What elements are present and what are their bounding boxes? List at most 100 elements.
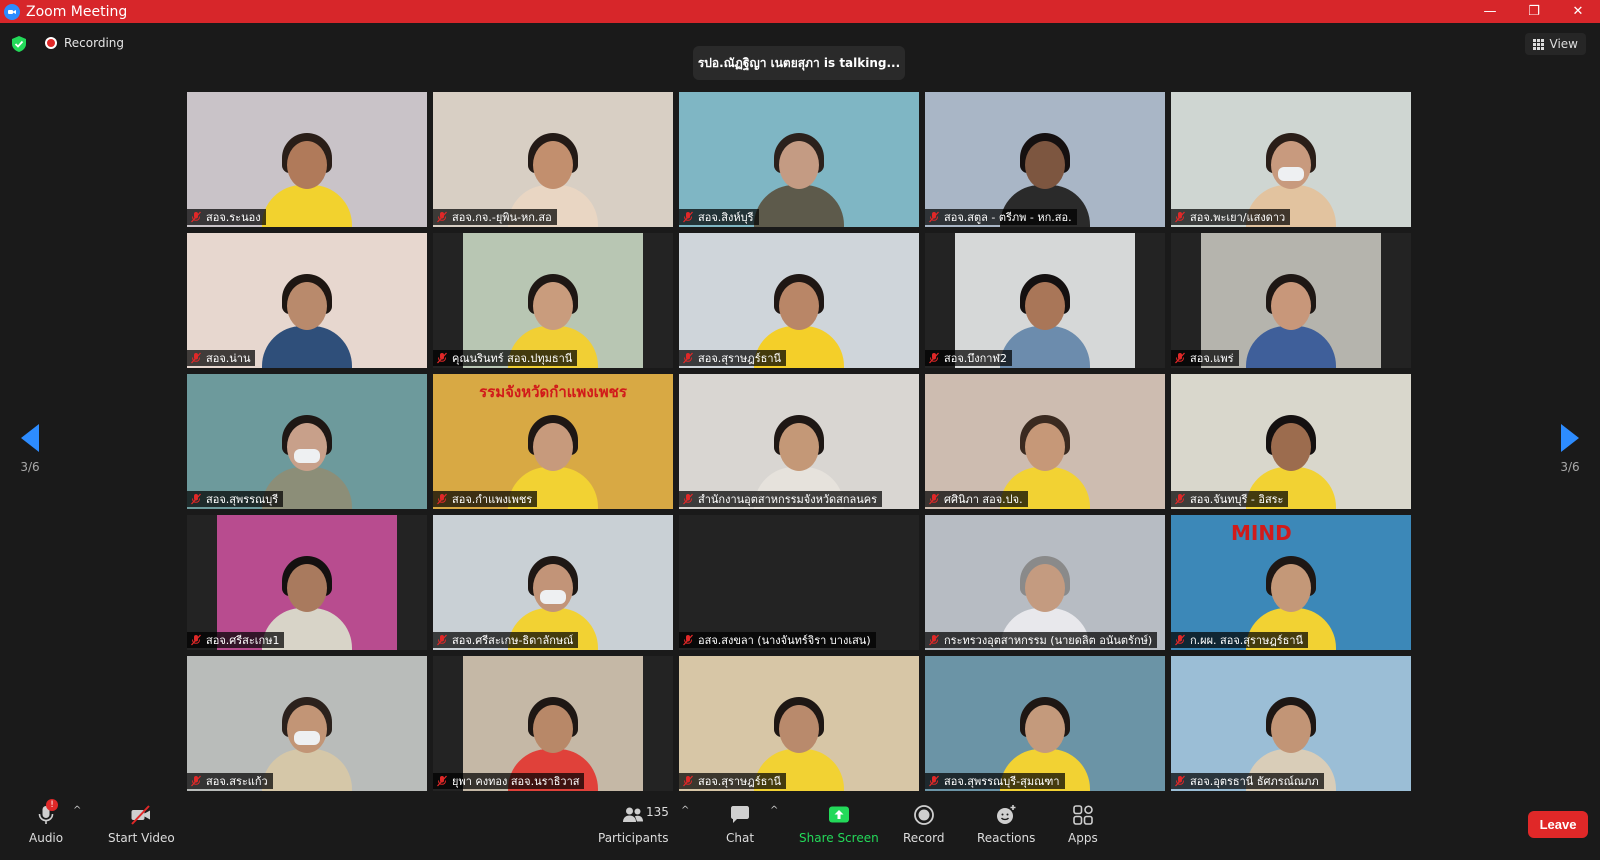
video-off-icon: [131, 805, 151, 825]
participant-nameplate: สอจ.บึงกาฬ2: [925, 350, 1012, 366]
background-banner-text: รรมจังหวัดกำแพงเพชร: [479, 383, 627, 401]
participant-silhouette: [262, 687, 352, 791]
participant-name: สอจ.แพร่: [1190, 352, 1234, 365]
maximize-button[interactable]: ❐: [1512, 0, 1556, 23]
muted-microphone-icon: [929, 775, 939, 787]
audio-button[interactable]: Audio: [29, 803, 63, 845]
participant-tile[interactable]: สอจ.ระนอง: [187, 92, 427, 227]
participant-nameplate: สอจ.สตูล - ตรีภพ - หก.สอ.: [925, 209, 1077, 225]
zoom-logo-icon: [4, 3, 20, 20]
participant-video: [187, 374, 427, 509]
participant-nameplate: สอจ.ศรีสะเกษ-ธิดาลักษณ์: [433, 632, 579, 648]
participant-nameplate: สอจ.แพร่: [1171, 350, 1239, 366]
participant-tile[interactable]: สำนักงานอุตสาหกรรมจังหวัดสกลนคร: [679, 374, 919, 509]
security-shield-icon[interactable]: [10, 35, 28, 53]
participant-tile[interactable]: สอจ.สุพรรณบุรี: [187, 374, 427, 509]
participant-video: [925, 515, 1165, 650]
participant-tile[interactable]: รรมจังหวัดกำแพงเพชรสอจ.กำแพงเพชร: [433, 374, 673, 509]
recording-label[interactable]: Recording: [64, 36, 124, 50]
participant-tile[interactable]: ยุพา คงทอง สอจ.นราธิวาส: [433, 656, 673, 791]
share-screen-button[interactable]: Share Screen: [799, 803, 879, 845]
participant-name: สำนักงานอุตสาหกรรมจังหวัดสกลนคร: [698, 493, 878, 506]
participant-tile[interactable]: สอจ.ศรีสะเกษ-ธิดาลักษณ์: [433, 515, 673, 650]
reactions-label: Reactions: [977, 831, 1036, 845]
participant-tile[interactable]: สอจ.สระแก้ว: [187, 656, 427, 791]
participant-nameplate: สอจ.สุราษฎร์ธานี: [679, 773, 787, 789]
start-video-button[interactable]: Start Video: [108, 803, 175, 845]
chat-options-caret[interactable]: ^: [770, 805, 778, 816]
next-page-button[interactable]: 3/6: [1540, 424, 1600, 474]
participant-video: [1201, 233, 1381, 368]
participant-tile[interactable]: สอจ.อุตรธานี ธัศภรณ์ณภภ: [1171, 656, 1411, 791]
participant-tile[interactable]: สอจ.บึงกาฬ2: [925, 233, 1165, 368]
participant-name: อสจ.สงขลา (นางจันทร์จิรา บางเสน): [698, 634, 871, 647]
participant-name: สอจ.สุราษฎร์ธานี: [698, 352, 782, 365]
participant-name: สอจ.กำแพงเพชร: [452, 493, 533, 506]
participant-tile[interactable]: MIND ก.ผผ. สอจ.สุราษฎร์ธานี: [1171, 515, 1411, 650]
participant-name: กระทรวงอุตสาหกรรม (นายดลิต อนันตรักษ์): [944, 634, 1153, 647]
muted-microphone-icon: [683, 493, 693, 505]
participant-video: [1171, 92, 1411, 227]
reactions-button[interactable]: Reactions: [977, 803, 1035, 845]
participant-nameplate: สอจ.สุพรรณบุรี: [187, 491, 284, 507]
apps-label: Apps: [1068, 831, 1098, 845]
minimize-button[interactable]: —: [1468, 0, 1512, 23]
muted-microphone-icon: [1175, 634, 1185, 646]
participant-name: คุณนรินทร์ สอจ.ปทุมธานี: [452, 352, 573, 365]
arrow-right-icon: [1561, 424, 1579, 452]
participant-silhouette: [262, 264, 352, 368]
close-button[interactable]: ✕: [1556, 0, 1600, 23]
audio-options-caret[interactable]: ^: [73, 805, 81, 816]
participant-name: สอจ.ศรีสะเกษ-ธิดาลักษณ์: [452, 634, 574, 647]
apps-icon: [1073, 805, 1093, 825]
participants-options-caret[interactable]: ^: [681, 805, 689, 816]
participant-video: [1171, 374, 1411, 509]
participant-name: ยุพา คงทอง สอจ.นราธิวาส: [452, 775, 580, 788]
participant-tile[interactable]: สอจ.ศรีสะเกษ1: [187, 515, 427, 650]
participant-tile[interactable]: สอจ.พะเยา/แสงดาว: [1171, 92, 1411, 227]
participant-tile[interactable]: สอจ.จันทบุรี - อิสระ: [1171, 374, 1411, 509]
participant-tile[interactable]: สอจ.สิงห์บุรี: [679, 92, 919, 227]
meeting-topbar: Recording รปอ.ณัฏฐิญา เนตยสุภา is talkin…: [0, 23, 1600, 80]
participant-tile[interactable]: สอจ.สุพรรณบุรี-สุมณฑา: [925, 656, 1165, 791]
view-button[interactable]: View: [1524, 33, 1586, 55]
record-button[interactable]: Record: [903, 803, 944, 845]
arrow-left-icon: [21, 424, 39, 452]
participant-tile[interactable]: ศศินิภา สอจ.ปจ.: [925, 374, 1165, 509]
audio-label: Audio: [29, 831, 64, 845]
participant-nameplate: สอจ.สระแก้ว: [187, 773, 273, 789]
previous-page-button[interactable]: 3/6: [0, 424, 60, 474]
participant-tile[interactable]: สอจ.น่าน: [187, 233, 427, 368]
recording-icon: [45, 37, 57, 49]
participant-name: สอจ.พะเยา/แสงดาว: [1190, 211, 1286, 224]
participant-tile[interactable]: คุณนรินทร์ สอจ.ปทุมธานี: [433, 233, 673, 368]
participant-name: สอจ.ศรีสะเกษ1: [206, 634, 280, 647]
participant-video: [679, 92, 919, 227]
participant-tile[interactable]: สอจ.กจ.-ยุพิน-หก.สอ: [433, 92, 673, 227]
participant-tile[interactable]: กระทรวงอุตสาหกรรม (นายดลิต อนันตรักษ์): [925, 515, 1165, 650]
participant-nameplate: สอจ.กจ.-ยุพิน-หก.สอ: [433, 209, 557, 225]
apps-button[interactable]: Apps: [1068, 803, 1098, 845]
participant-video: [433, 92, 673, 227]
participant-tile[interactable]: สอจ.แพร่: [1171, 233, 1411, 368]
chat-button[interactable]: Chat: [726, 803, 754, 845]
muted-microphone-icon: [191, 634, 201, 646]
participant-name: สอจ.อุตรธานี ธัศภรณ์ณภภ: [1190, 775, 1319, 788]
muted-microphone-icon: [191, 211, 201, 223]
muted-microphone-icon: [437, 211, 447, 223]
start-video-label: Start Video: [108, 831, 175, 845]
leave-button[interactable]: Leave: [1528, 811, 1588, 838]
muted-microphone-icon: [929, 493, 939, 505]
participant-nameplate: สอจ.จันทบุรี - อิสระ: [1171, 491, 1289, 507]
participant-tile[interactable]: สอจ.สุราษฎร์ธานี: [679, 656, 919, 791]
participant-tile[interactable]: อสจ.สงขลา (นางจันทร์จิรา บางเสน): [679, 515, 919, 650]
chat-icon: [731, 806, 750, 823]
muted-microphone-icon: [437, 352, 447, 364]
participant-tile[interactable]: สอจ.สตูล - ตรีภพ - หก.สอ.: [925, 92, 1165, 227]
participant-video: MIND: [1171, 515, 1411, 650]
participant-tile[interactable]: สอจ.สุราษฎร์ธานี: [679, 233, 919, 368]
participant-name: สอจ.สตูล - ตรีภพ - หก.สอ.: [944, 211, 1072, 224]
participants-count: 135: [646, 805, 669, 819]
reactions-icon: [997, 805, 1016, 824]
participant-video: [679, 374, 919, 509]
